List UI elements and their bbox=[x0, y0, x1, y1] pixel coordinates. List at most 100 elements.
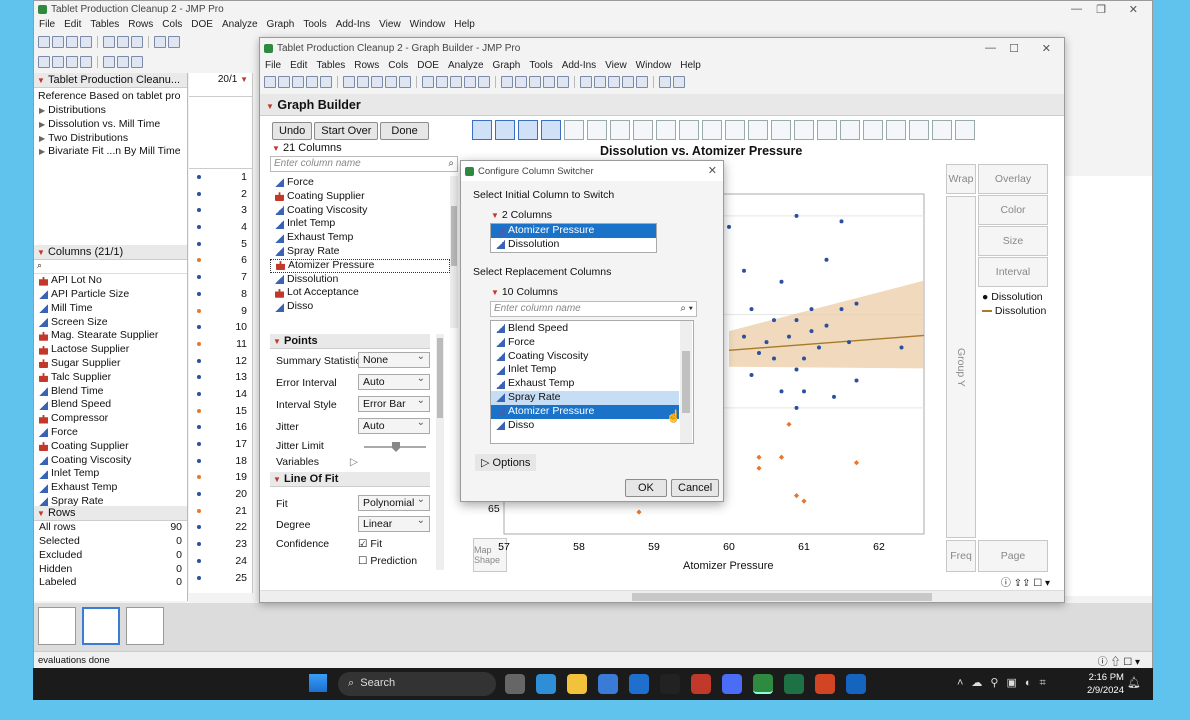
element-type-icon[interactable] bbox=[633, 120, 653, 140]
menu-help[interactable]: Help bbox=[454, 19, 475, 30]
data-point[interactable] bbox=[839, 219, 844, 224]
taskbar-app-icon[interactable] bbox=[536, 674, 556, 694]
done-button[interactable]: Done bbox=[380, 122, 429, 140]
points-section-header[interactable]: ▼ Points bbox=[270, 334, 430, 349]
element-type-icon[interactable] bbox=[564, 120, 584, 140]
element-type-icon[interactable] bbox=[886, 120, 906, 140]
data-point[interactable] bbox=[749, 372, 754, 377]
replacement-column-item[interactable]: Spray Rate bbox=[491, 390, 679, 405]
taskbar-app-icon[interactable] bbox=[815, 674, 835, 694]
search-icon[interactable] bbox=[154, 36, 166, 48]
gb-tool-icon[interactable] bbox=[501, 76, 513, 88]
rows-header[interactable]: ▼ Rows bbox=[34, 506, 187, 522]
replacement-column-item[interactable]: Blend Speed bbox=[491, 322, 679, 336]
cancel-button[interactable]: Cancel bbox=[671, 479, 720, 497]
columns-header[interactable]: ▼ Columns (21/1) bbox=[34, 245, 187, 261]
bottom-icons[interactable]: ⓘ ⇪⇪ ☐ ▾ bbox=[1001, 574, 1050, 589]
points-option-dropdown[interactable]: Auto bbox=[358, 373, 430, 390]
gb-maximize-icon[interactable]: ☐ bbox=[1009, 42, 1019, 55]
row-number[interactable]: 19 bbox=[189, 469, 252, 486]
menu-file[interactable]: File bbox=[265, 60, 281, 71]
clip-icon[interactable] bbox=[117, 56, 129, 68]
script-item[interactable]: ▶ Bivariate Fit ...n By Mill Time bbox=[34, 145, 187, 159]
element-type-icon[interactable] bbox=[725, 120, 745, 140]
gb-tool-icon[interactable] bbox=[608, 76, 620, 88]
conf-fit-checkbox[interactable]: ☑ Fit bbox=[358, 538, 382, 550]
close-icon[interactable]: ✕ bbox=[1129, 3, 1138, 16]
row-number[interactable]: 13 bbox=[189, 369, 252, 386]
menu-file[interactable]: File bbox=[39, 19, 55, 30]
color-zone[interactable]: Color bbox=[978, 195, 1048, 225]
data-point[interactable] bbox=[787, 334, 791, 339]
cut-icon[interactable] bbox=[103, 36, 115, 48]
element-type-icon[interactable] bbox=[472, 120, 492, 140]
table-column-item[interactable]: Talc Supplier bbox=[34, 371, 187, 385]
gb-heading[interactable]: ▼ Graph Builder bbox=[260, 94, 1064, 116]
expand-icon[interactable]: ▶ bbox=[39, 104, 45, 118]
expand-icon[interactable]: ▶ bbox=[39, 132, 45, 146]
row-number[interactable]: 10 bbox=[189, 319, 252, 336]
element-type-icon[interactable] bbox=[794, 120, 814, 140]
row-number[interactable]: 11 bbox=[189, 336, 252, 353]
row-number[interactable]: 21 bbox=[189, 503, 252, 520]
gb-tool-icon[interactable] bbox=[371, 76, 383, 88]
columns-count-header[interactable]: ▼ 21 Columns bbox=[272, 142, 342, 154]
gb-tool-icon[interactable] bbox=[636, 76, 648, 88]
row-number[interactable]: 18 bbox=[189, 453, 252, 470]
gb-tool-icon[interactable] bbox=[543, 76, 555, 88]
gb-tool-icon[interactable] bbox=[622, 76, 634, 88]
column-filter-search[interactable]: ⌕ bbox=[34, 260, 187, 275]
script-item[interactable]: ▶ Two Distributions bbox=[34, 132, 187, 146]
element-type-icon[interactable] bbox=[610, 120, 630, 140]
taskbar-app-icon[interactable] bbox=[660, 674, 680, 694]
menu-tools[interactable]: Tools bbox=[529, 60, 552, 71]
data-point[interactable] bbox=[794, 405, 799, 410]
row-number[interactable]: 8 bbox=[189, 286, 252, 303]
table-column-item[interactable]: Compressor bbox=[34, 412, 187, 426]
gb-column-item[interactable]: Atomizer Pressure bbox=[270, 258, 450, 273]
data-point[interactable] bbox=[839, 307, 844, 312]
clock[interactable]: 2:16 PM 2/9/2024 bbox=[1087, 671, 1124, 697]
table-column-item[interactable]: API Lot No bbox=[34, 274, 187, 288]
start-over-button[interactable]: Start Over bbox=[314, 122, 379, 140]
gb-tool-icon[interactable] bbox=[557, 76, 569, 88]
row-number[interactable]: 22 bbox=[189, 519, 252, 536]
ok-button[interactable]: OK bbox=[625, 479, 667, 497]
taskbar-app-icon[interactable] bbox=[691, 674, 711, 694]
points-option-dropdown[interactable]: None bbox=[358, 351, 430, 368]
gb-tool-icon[interactable] bbox=[385, 76, 397, 88]
initial-column-item[interactable]: Dissolution bbox=[491, 238, 656, 252]
gb-tool-icon[interactable] bbox=[278, 76, 290, 88]
replacement-column-item[interactable]: Atomizer Pressure bbox=[491, 404, 679, 419]
row-number[interactable]: 15 bbox=[189, 403, 252, 420]
initial-count[interactable]: ▼ 2 Columns bbox=[491, 209, 552, 221]
options-toggle[interactable]: ▷ Options bbox=[475, 454, 537, 471]
thumbnail-3[interactable] bbox=[126, 607, 164, 645]
save-icon[interactable] bbox=[80, 36, 92, 48]
gb-tool-icon[interactable] bbox=[659, 76, 671, 88]
replace-scrollbar[interactable] bbox=[680, 321, 692, 443]
gb-column-item[interactable]: Force bbox=[270, 176, 450, 190]
row-number[interactable]: 25 bbox=[189, 570, 252, 587]
gb-column-item[interactable]: Coating Viscosity bbox=[270, 204, 450, 218]
data-point[interactable] bbox=[764, 340, 769, 345]
gb-tool-icon[interactable] bbox=[436, 76, 448, 88]
freq-zone[interactable]: Freq bbox=[946, 540, 976, 572]
gb-tool-icon[interactable] bbox=[422, 76, 434, 88]
menu-view[interactable]: View bbox=[379, 19, 401, 30]
table-column-item[interactable]: Screen Size bbox=[34, 316, 187, 330]
data-point[interactable] bbox=[749, 307, 754, 312]
data-point[interactable] bbox=[742, 268, 746, 273]
data-point[interactable] bbox=[742, 334, 746, 339]
disk-icon[interactable] bbox=[80, 56, 92, 68]
gb-tool-icon[interactable] bbox=[264, 76, 276, 88]
element-type-icon[interactable] bbox=[702, 120, 722, 140]
status-icons[interactable]: ⓘ ⇧ ☐ ▾ bbox=[1098, 653, 1140, 668]
jitter-limit-slider[interactable] bbox=[364, 442, 426, 452]
menu-rows[interactable]: Rows bbox=[128, 19, 153, 30]
script-item[interactable]: ▶ Distributions bbox=[34, 104, 187, 118]
gb-tool-icon[interactable] bbox=[450, 76, 462, 88]
gb-tool-icon[interactable] bbox=[580, 76, 592, 88]
gb-tool-icon[interactable] bbox=[292, 76, 304, 88]
row-number[interactable]: 2 bbox=[189, 186, 252, 203]
